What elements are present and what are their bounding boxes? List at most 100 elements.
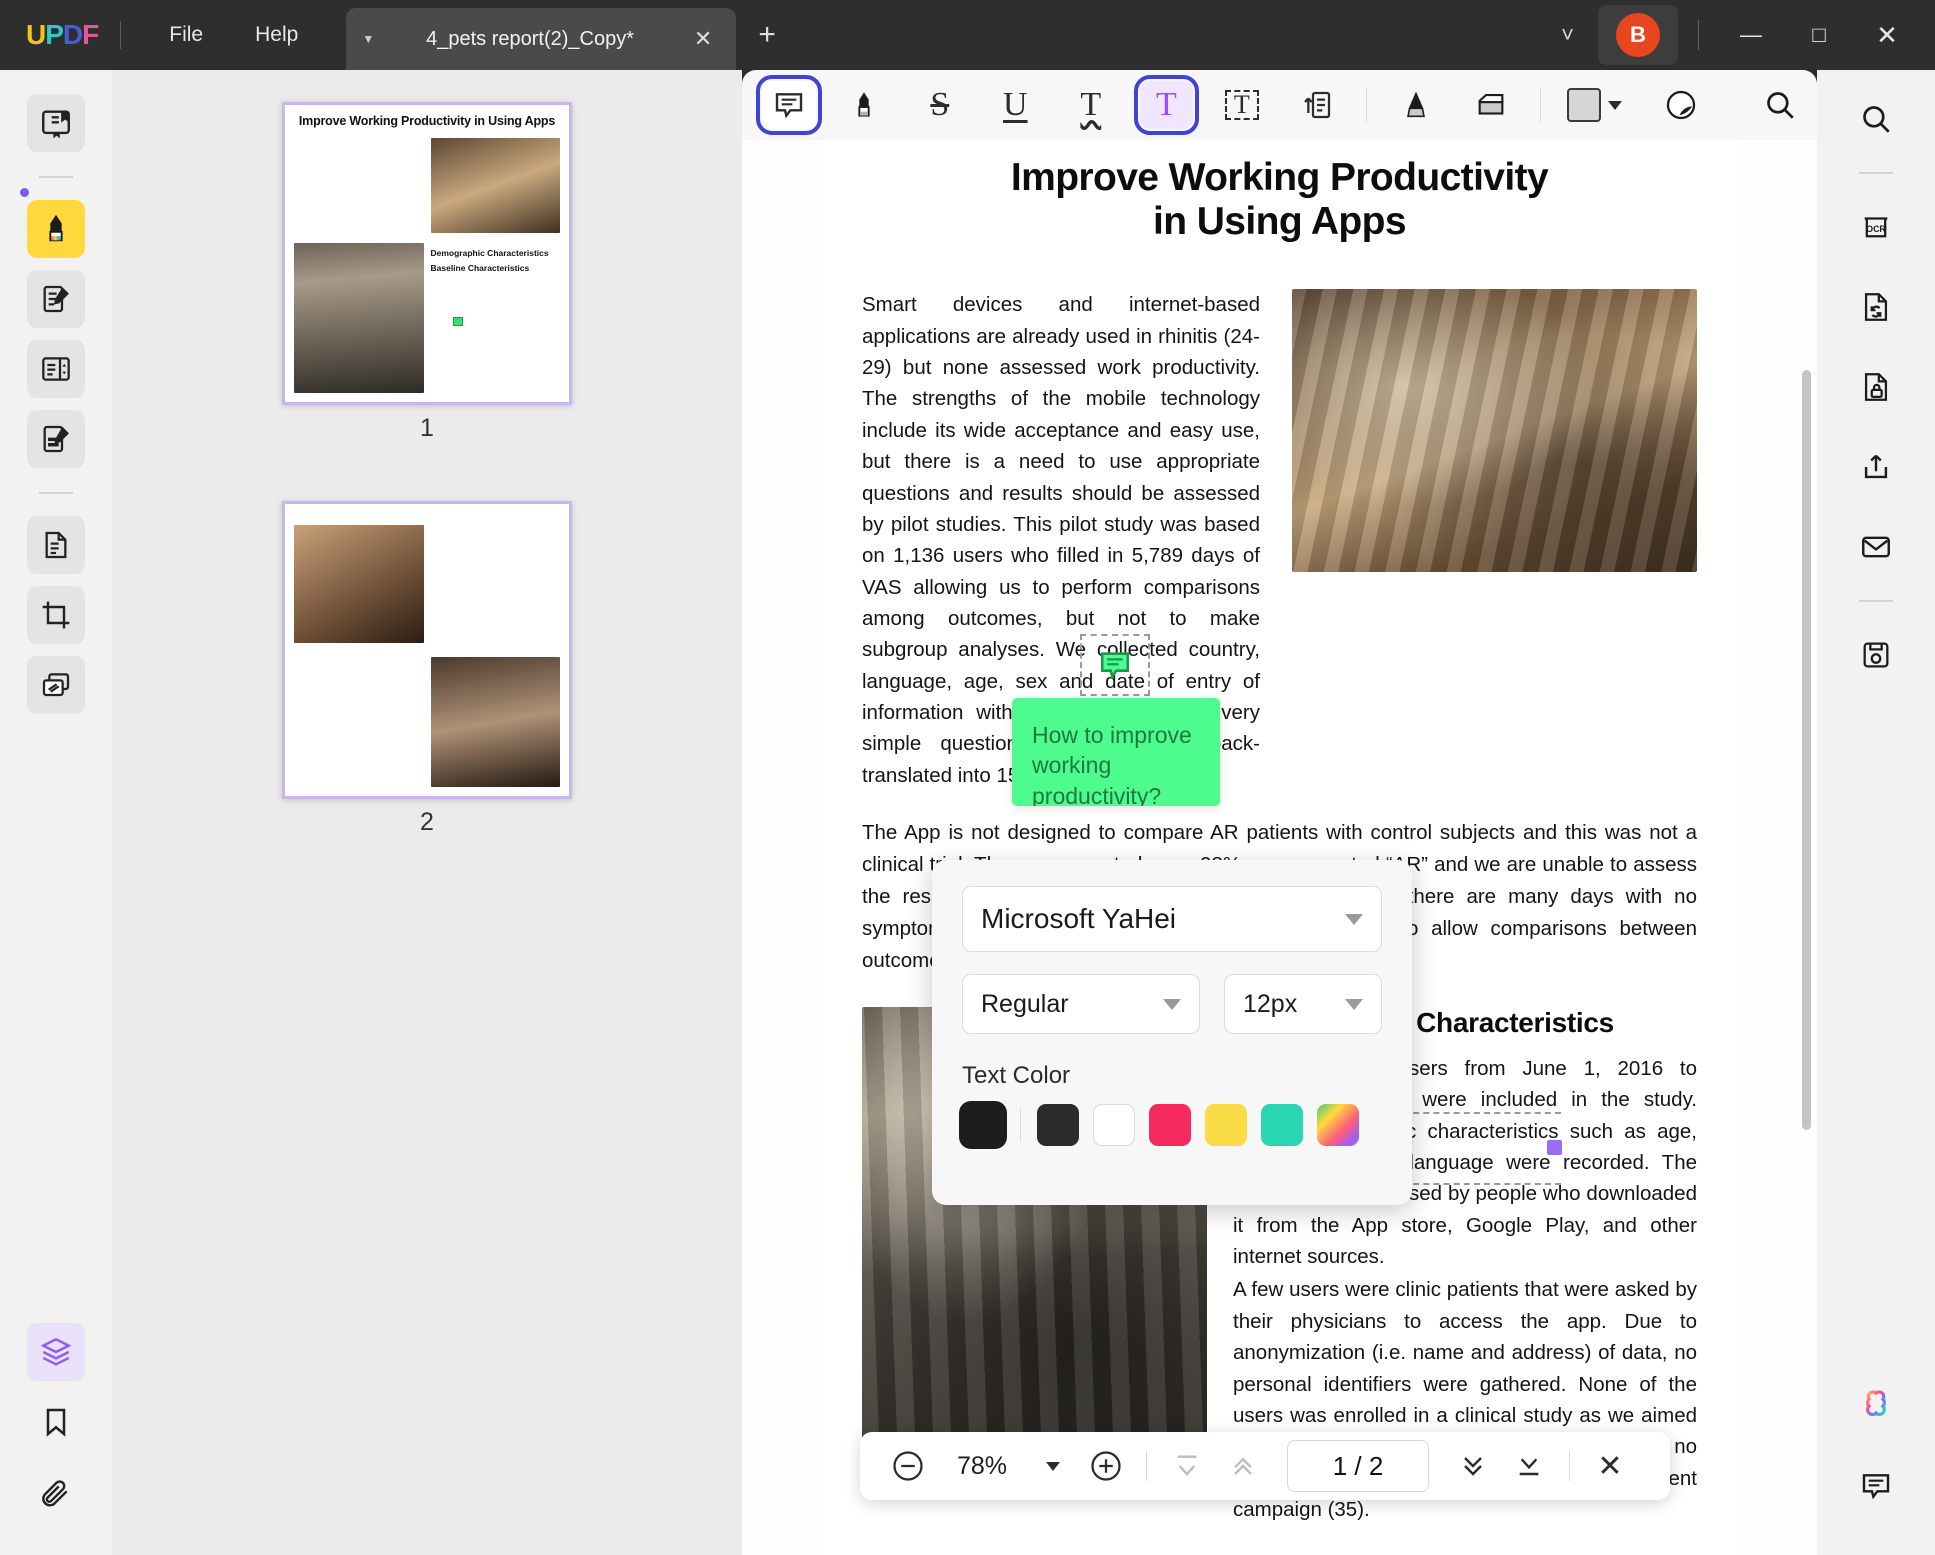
sidebar-item-convert-pdf[interactable] (27, 516, 85, 574)
menu-help[interactable]: Help (229, 15, 324, 55)
right-item-protect[interactable] (1847, 358, 1905, 416)
account-button[interactable]: B (1598, 5, 1678, 65)
color-swatch-picker[interactable] (1567, 88, 1622, 122)
new-tab-button[interactable]: + (758, 18, 776, 52)
color-swatch-rainbow[interactable] (1317, 1104, 1359, 1146)
menu-file[interactable]: File (143, 15, 229, 55)
right-item-save-as[interactable] (1847, 626, 1905, 684)
ocr-icon: OCR (1859, 210, 1893, 244)
right-item-ocr[interactable]: OCR (1847, 198, 1905, 256)
font-style-select[interactable]: Regular (962, 974, 1200, 1034)
zoom-level[interactable]: 78% (938, 1452, 1026, 1481)
text-frame-icon: T (1224, 90, 1259, 120)
tool-sticky-note[interactable] (756, 75, 822, 135)
thumbnail-page-2[interactable] (282, 500, 572, 799)
sidebar-item-annotate[interactable] (27, 200, 85, 258)
sidebar-item-page-tools[interactable] (27, 340, 85, 398)
sticky-note-marker[interactable] (1080, 634, 1150, 696)
window-controls-group: ˅ B — □ ✕ (1541, 5, 1935, 65)
tab-close-icon[interactable]: ✕ (686, 26, 720, 52)
sidebar-item-edit-pdf[interactable] (27, 270, 85, 328)
document-tab[interactable]: ▼ 4_pets report(2)_Copy* ✕ (346, 8, 737, 70)
bookmark-icon (40, 1406, 72, 1438)
tool-pencil[interactable] (1389, 81, 1443, 129)
close-button[interactable]: ✕ (1855, 9, 1919, 61)
color-swatch-black[interactable] (1037, 1104, 1079, 1146)
first-page-button[interactable] (1161, 1440, 1213, 1492)
paperclip-icon (40, 1476, 72, 1508)
tool-text-box[interactable]: T (1133, 75, 1200, 135)
tool-text-callout[interactable]: T (1215, 81, 1269, 129)
tool-search-annotations[interactable] (1754, 81, 1808, 129)
sidebar-item-thumbnail-panel[interactable] (27, 1323, 85, 1381)
next-page-button[interactable] (1447, 1440, 1499, 1492)
minimize-button[interactable]: — (1719, 9, 1783, 61)
sidebar-item-attachments[interactable] (27, 1463, 85, 1521)
page-indicator[interactable]: 1 / 2 (1287, 1440, 1429, 1492)
font-size-select[interactable]: 12px (1224, 974, 1382, 1034)
thumb-image-col-2 (294, 242, 424, 393)
color-divider (1020, 1108, 1021, 1142)
toolbar-divider-1 (1366, 88, 1368, 122)
color-swatch-white[interactable] (1093, 1104, 1135, 1146)
toolbar-divider-2 (1540, 88, 1541, 122)
thumb2-row-2 (294, 656, 560, 787)
share-upload-icon (1859, 450, 1893, 484)
ai-sparkle-icon (1858, 1388, 1894, 1424)
color-swatch-black-selected[interactable] (962, 1104, 1004, 1146)
right-item-convert[interactable] (1847, 278, 1905, 336)
page-navigation-bar: 78% 1 / 2 ✕ (860, 1432, 1670, 1500)
zoom-out-button[interactable] (882, 1440, 934, 1492)
tool-typewriter[interactable] (1291, 81, 1345, 129)
thumb-image-col-1 (430, 137, 560, 233)
last-page-button[interactable] (1503, 1440, 1555, 1492)
sidebar-item-compare-files[interactable] (27, 656, 85, 714)
right-rail-divider-2 (1859, 600, 1893, 602)
vertical-scrollbar[interactable] (1802, 370, 1811, 1130)
chevron-down-icon[interactable] (1345, 998, 1363, 1010)
chevron-down-icon[interactable] (1608, 100, 1622, 110)
text-format-panel[interactable]: Microsoft YaHei Regular 12px Text Color (932, 860, 1412, 1205)
selection-handle-right[interactable] (1547, 1140, 1562, 1155)
tab-dropdown-icon[interactable]: ▼ (362, 32, 374, 46)
chevron-down-icon[interactable]: ˅ (1541, 12, 1594, 58)
right-item-email[interactable] (1847, 518, 1905, 576)
color-swatch-pink[interactable] (1149, 1104, 1191, 1146)
sidebar-item-reader-mode[interactable] (27, 94, 85, 152)
color-swatch-teal[interactable] (1261, 1104, 1303, 1146)
right-item-ai-assistant[interactable] (1847, 1377, 1905, 1435)
rail-divider-2 (39, 492, 73, 494)
thumbnail-page-1[interactable]: Improve Working Productivity in Using Ap… (282, 102, 572, 405)
document-viewport[interactable]: Improve Working Productivity in Using Ap… (742, 140, 1817, 1555)
prev-page-button[interactable] (1217, 1440, 1269, 1492)
maximize-button[interactable]: □ (1787, 9, 1851, 61)
color-swatch-yellow[interactable] (1205, 1104, 1247, 1146)
rail-indicator-dot (20, 188, 29, 197)
sticky-note-popup[interactable]: How to improve working productivity? (1012, 698, 1220, 806)
thumb2-text-col (431, 525, 561, 643)
zoom-in-button[interactable] (1080, 1440, 1132, 1492)
zoom-dropdown-icon[interactable] (1046, 1461, 1060, 1471)
page-title-line2: in Using Apps (1153, 199, 1407, 243)
close-pagebar-button[interactable]: ✕ (1584, 1440, 1636, 1492)
pdf-page-1[interactable]: Improve Working Productivity in Using Ap… (822, 140, 1737, 1555)
chevron-down-icon[interactable] (1163, 998, 1181, 1010)
tool-highlight[interactable] (838, 81, 892, 129)
tool-ink-signature[interactable] (1654, 81, 1708, 129)
tool-underline[interactable]: U (989, 81, 1043, 129)
chevron-down-icon[interactable] (1345, 913, 1363, 925)
right-item-search-document[interactable] (1847, 90, 1905, 148)
sidebar-item-crop-page[interactable] (27, 586, 85, 644)
right-item-share[interactable] (1847, 438, 1905, 496)
font-family-select[interactable]: Microsoft YaHei (962, 886, 1382, 952)
sidebar-item-form-fill[interactable] (27, 410, 85, 468)
svg-text:OCR: OCR (1866, 224, 1886, 234)
tool-squiggly-underline[interactable]: T (1064, 81, 1118, 129)
tool-strikethrough[interactable]: S (913, 81, 967, 129)
sidebar-item-bookmarks[interactable] (27, 1393, 85, 1451)
text-color-swatches (962, 1104, 1382, 1146)
right-item-comments-list[interactable] (1847, 1457, 1905, 1515)
tab-title: 4_pets report(2)_Copy* (426, 27, 634, 50)
tool-eraser[interactable] (1465, 81, 1519, 129)
thumbnail-panel[interactable]: Improve Working Productivity in Using Ap… (112, 70, 742, 1555)
